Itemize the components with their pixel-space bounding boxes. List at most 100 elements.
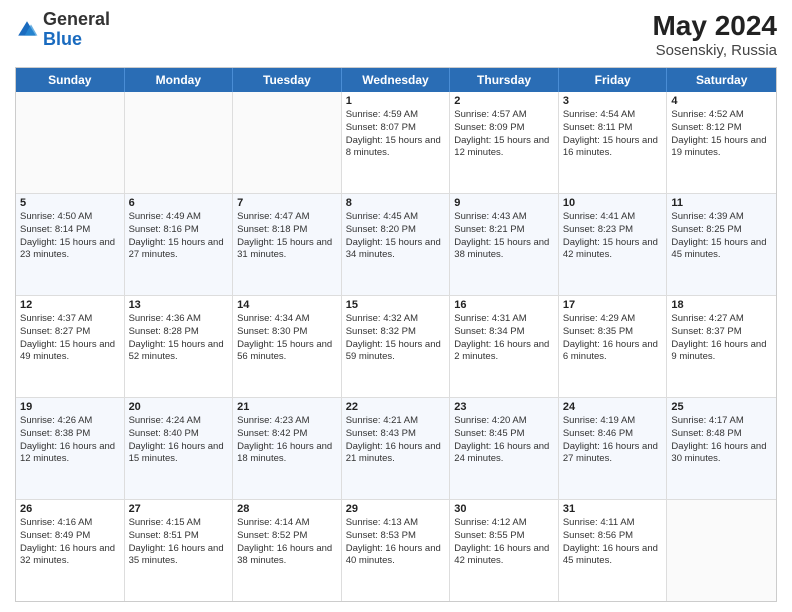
empty-cell	[16, 92, 125, 193]
day-number: 24	[563, 401, 663, 413]
day-cell-3: 3Sunrise: 4:54 AMSunset: 8:11 PMDaylight…	[559, 92, 668, 193]
day-number: 28	[237, 503, 337, 515]
day-cell-25: 25 Sunrise: 4:17 AMSunset: 8:48 PMDayligh…	[667, 398, 776, 499]
cell-info: Sunrise: 4:45 AMSunset: 8:20 PMDaylight:…	[346, 211, 446, 262]
calendar-row-4: 26 Sunrise: 4:16 AMSunset: 8:49 PMDayligh…	[16, 500, 776, 601]
day-cell-11: 11 Sunrise: 4:39 AMSunset: 8:25 PMDayligh…	[667, 194, 776, 295]
cell-info: Sunrise: 4:24 AMSunset: 8:40 PMDaylight:…	[129, 415, 229, 466]
day-cell-13: 13 Sunrise: 4:36 AMSunset: 8:28 PMDayligh…	[125, 296, 234, 397]
header-day-sunday: Sunday	[16, 68, 125, 92]
cell-info: Sunrise: 4:23 AMSunset: 8:42 PMDaylight:…	[237, 415, 337, 466]
header-day-friday: Friday	[559, 68, 668, 92]
day-number: 1	[346, 95, 446, 107]
day-cell-18: 18Sunrise: 4:27 AMSunset: 8:37 PMDayligh…	[667, 296, 776, 397]
page: General Blue May 2024 Sosenskiy, Russia …	[0, 0, 792, 612]
empty-cell	[233, 92, 342, 193]
day-number: 16	[454, 299, 554, 311]
cell-info: Sunrise: 4:20 AMSunset: 8:45 PMDaylight:…	[454, 415, 554, 466]
cell-info: Sunrise: 4:54 AMSunset: 8:11 PMDaylight:…	[563, 109, 663, 160]
day-number: 29	[346, 503, 446, 515]
day-cell-10: 10 Sunrise: 4:41 AMSunset: 8:23 PMDayligh…	[559, 194, 668, 295]
header-day-thursday: Thursday	[450, 68, 559, 92]
day-number: 22	[346, 401, 446, 413]
cell-info: Sunrise: 4:15 AMSunset: 8:51 PMDaylight:…	[129, 517, 229, 568]
cell-info: Sunrise: 4:59 AMSunset: 8:07 PMDaylight:…	[346, 109, 446, 160]
day-cell-27: 27 Sunrise: 4:15 AMSunset: 8:51 PMDayligh…	[125, 500, 234, 601]
cell-info: Sunrise: 4:57 AMSunset: 8:09 PMDaylight:…	[454, 109, 554, 160]
empty-cell	[125, 92, 234, 193]
day-cell-30: 30Sunrise: 4:12 AMSunset: 8:55 PMDayligh…	[450, 500, 559, 601]
day-cell-2: 2Sunrise: 4:57 AMSunset: 8:09 PMDaylight…	[450, 92, 559, 193]
day-cell-4: 4 Sunrise: 4:52 AMSunset: 8:12 PMDaylight…	[667, 92, 776, 193]
cell-info: Sunrise: 4:29 AMSunset: 8:35 PMDaylight:…	[563, 313, 663, 364]
cell-info: Sunrise: 4:13 AMSunset: 8:53 PMDaylight:…	[346, 517, 446, 568]
day-number: 25	[671, 401, 772, 413]
day-number: 8	[346, 197, 446, 209]
day-number: 12	[20, 299, 120, 311]
cell-info: Sunrise: 4:26 AMSunset: 8:38 PMDaylight:…	[20, 415, 120, 466]
day-number: 5	[20, 197, 120, 209]
cell-info: Sunrise: 4:41 AMSunset: 8:23 PMDaylight:…	[563, 211, 663, 262]
calendar-row-2: 12 Sunrise: 4:37 AMSunset: 8:27 PMDayligh…	[16, 296, 776, 398]
day-cell-19: 19Sunrise: 4:26 AMSunset: 8:38 PMDayligh…	[16, 398, 125, 499]
cell-info: Sunrise: 4:19 AMSunset: 8:46 PMDaylight:…	[563, 415, 663, 466]
empty-cell	[667, 500, 776, 601]
day-cell-21: 21 Sunrise: 4:23 AMSunset: 8:42 PMDayligh…	[233, 398, 342, 499]
cell-info: Sunrise: 4:34 AMSunset: 8:30 PMDaylight:…	[237, 313, 337, 364]
day-number: 14	[237, 299, 337, 311]
header-day-wednesday: Wednesday	[342, 68, 451, 92]
day-number: 30	[454, 503, 554, 515]
cell-info: Sunrise: 4:36 AMSunset: 8:28 PMDaylight:…	[129, 313, 229, 364]
day-number: 9	[454, 197, 554, 209]
cell-info: Sunrise: 4:37 AMSunset: 8:27 PMDaylight:…	[20, 313, 120, 364]
calendar-body: 1 Sunrise: 4:59 AMSunset: 8:07 PMDaylight…	[16, 92, 776, 601]
day-number: 10	[563, 197, 663, 209]
cell-info: Sunrise: 4:50 AMSunset: 8:14 PMDaylight:…	[20, 211, 120, 262]
day-cell-9: 9 Sunrise: 4:43 AMSunset: 8:21 PMDaylight…	[450, 194, 559, 295]
day-cell-14: 14 Sunrise: 4:34 AMSunset: 8:30 PMDayligh…	[233, 296, 342, 397]
day-number: 11	[671, 197, 772, 209]
day-number: 23	[454, 401, 554, 413]
logo-general: General	[43, 9, 110, 29]
header: General Blue May 2024 Sosenskiy, Russia	[15, 10, 777, 59]
day-cell-7: 7 Sunrise: 4:47 AMSunset: 8:18 PMDaylight…	[233, 194, 342, 295]
day-cell-16: 16Sunrise: 4:31 AMSunset: 8:34 PMDayligh…	[450, 296, 559, 397]
title-block: May 2024 Sosenskiy, Russia	[652, 10, 777, 59]
day-number: 13	[129, 299, 229, 311]
day-cell-26: 26 Sunrise: 4:16 AMSunset: 8:49 PMDayligh…	[16, 500, 125, 601]
day-number: 26	[20, 503, 120, 515]
cell-info: Sunrise: 4:39 AMSunset: 8:25 PMDaylight:…	[671, 211, 772, 262]
logo: General Blue	[15, 10, 110, 50]
day-number: 7	[237, 197, 337, 209]
logo-blue: Blue	[43, 29, 82, 49]
cell-info: Sunrise: 4:14 AMSunset: 8:52 PMDaylight:…	[237, 517, 337, 568]
location: Sosenskiy, Russia	[652, 42, 777, 59]
logo-text: General Blue	[43, 10, 110, 50]
day-number: 21	[237, 401, 337, 413]
day-cell-17: 17 Sunrise: 4:29 AMSunset: 8:35 PMDayligh…	[559, 296, 668, 397]
day-number: 4	[671, 95, 772, 107]
cell-info: Sunrise: 4:27 AMSunset: 8:37 PMDaylight:…	[671, 313, 772, 364]
header-day-tuesday: Tuesday	[233, 68, 342, 92]
day-cell-29: 29 Sunrise: 4:13 AMSunset: 8:53 PMDayligh…	[342, 500, 451, 601]
cell-info: Sunrise: 4:16 AMSunset: 8:49 PMDaylight:…	[20, 517, 120, 568]
cell-info: Sunrise: 4:49 AMSunset: 8:16 PMDaylight:…	[129, 211, 229, 262]
cell-info: Sunrise: 4:52 AMSunset: 8:12 PMDaylight:…	[671, 109, 772, 160]
logo-icon	[15, 18, 39, 42]
day-cell-5: 5 Sunrise: 4:50 AMSunset: 8:14 PMDaylight…	[16, 194, 125, 295]
day-cell-24: 24 Sunrise: 4:19 AMSunset: 8:46 PMDayligh…	[559, 398, 668, 499]
day-number: 15	[346, 299, 446, 311]
day-cell-28: 28 Sunrise: 4:14 AMSunset: 8:52 PMDayligh…	[233, 500, 342, 601]
day-cell-20: 20Sunrise: 4:24 AMSunset: 8:40 PMDayligh…	[125, 398, 234, 499]
day-number: 27	[129, 503, 229, 515]
day-number: 31	[563, 503, 663, 515]
day-number: 17	[563, 299, 663, 311]
cell-info: Sunrise: 4:43 AMSunset: 8:21 PMDaylight:…	[454, 211, 554, 262]
day-cell-31: 31Sunrise: 4:11 AMSunset: 8:56 PMDayligh…	[559, 500, 668, 601]
day-cell-15: 15Sunrise: 4:32 AMSunset: 8:32 PMDayligh…	[342, 296, 451, 397]
calendar: SundayMondayTuesdayWednesdayThursdayFrid…	[15, 67, 777, 602]
calendar-row-1: 5 Sunrise: 4:50 AMSunset: 8:14 PMDaylight…	[16, 194, 776, 296]
cell-info: Sunrise: 4:47 AMSunset: 8:18 PMDaylight:…	[237, 211, 337, 262]
calendar-header: SundayMondayTuesdayWednesdayThursdayFrid…	[16, 68, 776, 92]
cell-info: Sunrise: 4:17 AMSunset: 8:48 PMDaylight:…	[671, 415, 772, 466]
